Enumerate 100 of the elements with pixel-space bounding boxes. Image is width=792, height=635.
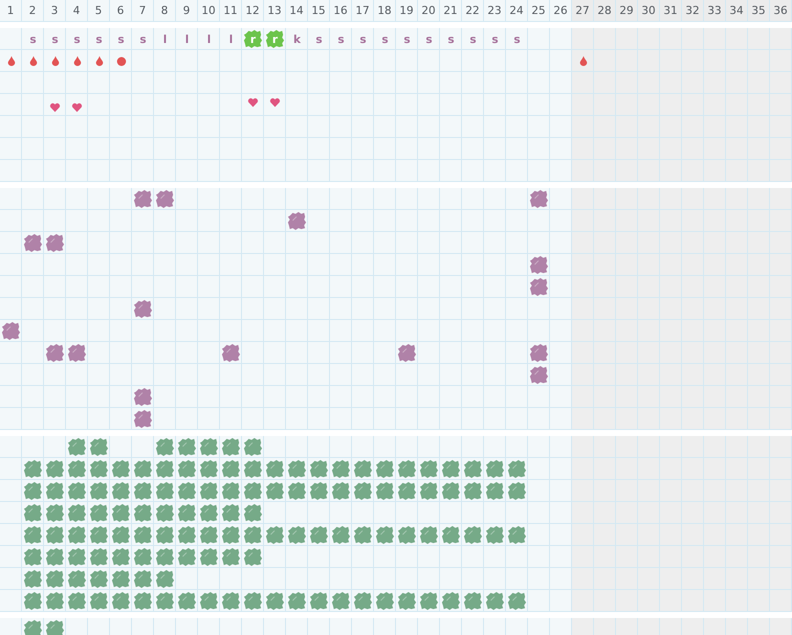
bush-icon <box>331 459 351 479</box>
bush-icon <box>155 525 175 545</box>
bush-icon <box>441 481 461 501</box>
bush-icon <box>199 481 219 501</box>
bush-icon <box>243 481 263 501</box>
bush-icon <box>111 481 131 501</box>
bush-icon <box>221 503 241 523</box>
bush-icon <box>177 547 197 567</box>
bush-icon <box>397 525 417 545</box>
cell-letter: s <box>30 34 36 44</box>
bush-icon <box>375 481 395 501</box>
bush-icon <box>133 299 153 319</box>
bush-icon <box>67 525 87 545</box>
bush-icon <box>177 481 197 501</box>
bush-icon <box>177 459 197 479</box>
bush-icon <box>89 503 109 523</box>
bush-icon <box>45 459 65 479</box>
cell-letter: s <box>448 34 454 44</box>
bush-icon <box>243 503 263 523</box>
cell-letter: s <box>470 34 476 44</box>
cell-letter: s <box>52 34 58 44</box>
bush-icon <box>529 365 549 385</box>
bush-icon <box>177 525 197 545</box>
bush-icon <box>419 525 439 545</box>
bush-icon <box>155 503 175 523</box>
bush-icon <box>155 481 175 501</box>
bush-icon <box>67 481 87 501</box>
bush-icon <box>463 525 483 545</box>
cell-letter: k <box>293 34 301 44</box>
bush-icon <box>89 481 109 501</box>
bush-icon <box>111 569 131 589</box>
bush-icon <box>375 525 395 545</box>
bush-icon <box>155 547 175 567</box>
bush-icon <box>397 459 417 479</box>
bush-icon <box>133 387 153 407</box>
bush-icon <box>111 525 131 545</box>
bush-icon <box>529 277 549 297</box>
bush-icon <box>397 481 417 501</box>
bush-icon <box>419 481 439 501</box>
heart-icon <box>72 103 82 112</box>
column-number: 34 <box>726 0 748 22</box>
drop-icon <box>580 56 586 66</box>
column-number: 31 <box>660 0 682 22</box>
column-number: 33 <box>704 0 726 22</box>
cell-letter: s <box>74 34 80 44</box>
bush-icon <box>221 525 241 545</box>
bush-icon <box>221 481 241 501</box>
column-number: 32 <box>682 0 704 22</box>
bush-icon <box>331 525 351 545</box>
bush-icon <box>111 459 131 479</box>
bush-icon <box>45 233 65 253</box>
bush-icon <box>221 343 241 363</box>
bush-icon <box>45 547 65 567</box>
cell-letter: s <box>118 34 124 44</box>
bush-icon <box>309 459 329 479</box>
column-number: 29 <box>616 0 638 22</box>
cell-letter: l <box>163 34 167 44</box>
bush-icon <box>23 569 43 589</box>
bush-icon <box>67 503 87 523</box>
bush-icon <box>45 569 65 589</box>
bush-icon <box>419 459 439 479</box>
column-number: 28 <box>594 0 616 22</box>
bush-icon <box>111 547 131 567</box>
cell-letter: s <box>338 34 344 44</box>
heart-icon <box>270 98 280 107</box>
cell-letter: s <box>316 34 322 44</box>
cell-letter: s <box>514 34 520 44</box>
drop-icon <box>8 56 14 66</box>
heart-icon <box>50 103 60 112</box>
drop-icon <box>96 56 102 66</box>
bush-icon <box>441 459 461 479</box>
bush-icon <box>133 481 153 501</box>
bush-icon <box>287 481 307 501</box>
bush-icon <box>23 547 43 567</box>
bush-icon <box>507 525 527 545</box>
bush-icon <box>463 481 483 501</box>
drop-icon <box>30 56 36 66</box>
bush-icon <box>375 459 395 479</box>
cell-letter: s <box>404 34 410 44</box>
bush-icon <box>507 459 527 479</box>
cell-letter: l <box>185 34 189 44</box>
bush-icon <box>287 525 307 545</box>
bush-icon <box>155 459 175 479</box>
bush-icon <box>265 525 285 545</box>
bush-icon <box>89 569 109 589</box>
bush-icon <box>353 481 373 501</box>
cell-letter: s <box>96 34 102 44</box>
bush-icon <box>23 525 43 545</box>
bush-icon <box>67 459 87 479</box>
letter-tile: r <box>265 29 285 49</box>
bush-icon <box>243 525 263 545</box>
bush-icon <box>265 481 285 501</box>
cell-letter: s <box>492 34 498 44</box>
column-number: 36 <box>770 0 792 22</box>
bush-icon <box>133 503 153 523</box>
bush-icon <box>287 459 307 479</box>
bush-icon <box>507 481 527 501</box>
bush-icon <box>45 503 65 523</box>
bush-icon <box>177 503 197 523</box>
bush-icon <box>89 525 109 545</box>
